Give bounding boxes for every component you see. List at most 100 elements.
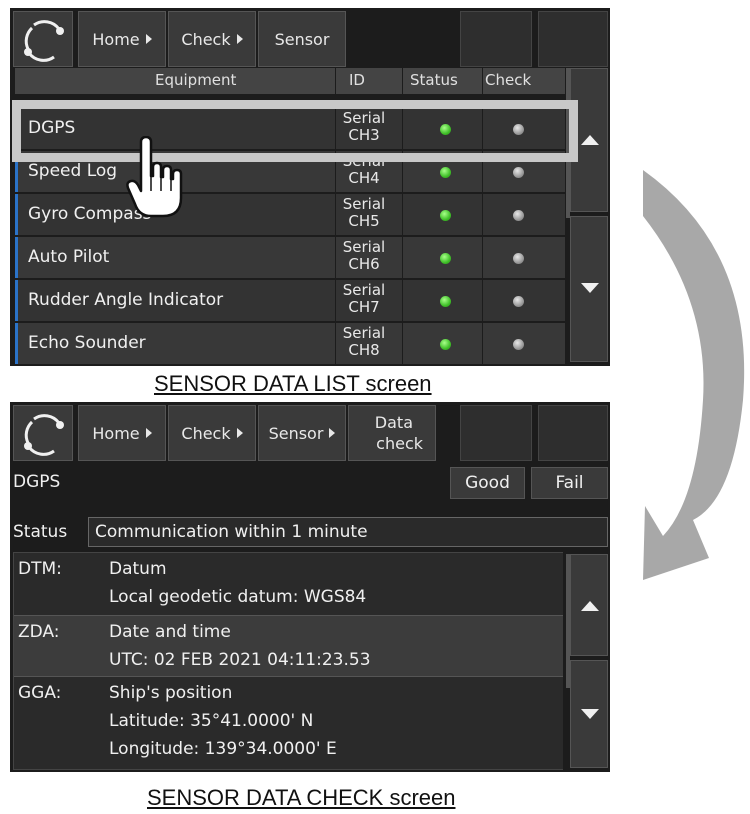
- serial-channel: CH6: [348, 255, 380, 273]
- check-indicator: [513, 210, 524, 221]
- check-indicator: [513, 296, 524, 307]
- chevron-right-icon: [236, 34, 243, 44]
- sentence-code: ZDA:: [18, 622, 60, 642]
- equipment-name: Speed Log: [28, 161, 118, 181]
- blank-button[interactable]: [460, 11, 532, 67]
- scroll-down-button[interactable]: [570, 660, 608, 768]
- sensor-data-list-screen: Home Check Sensor Equipment ID Status Ch…: [10, 8, 610, 366]
- check-indicator: [513, 167, 524, 178]
- status-row: Status Communication within 1 minute: [10, 514, 610, 550]
- chevron-right-icon: [145, 428, 152, 438]
- status-value: Communication within 1 minute: [88, 517, 608, 547]
- sentence-code: DTM:: [18, 559, 62, 579]
- row-accent-bar: [15, 194, 18, 235]
- sensor-data-check-screen: Home Check Sensor Data check DGPS Good F…: [10, 402, 610, 772]
- sentence-list: DTM: Datum Local geodetic datum: WGS84 Z…: [13, 552, 563, 770]
- arrow-down-icon: [581, 283, 599, 293]
- col-check: Check: [485, 71, 532, 89]
- equipment-name: Echo Sounder: [28, 333, 146, 353]
- equipment-name: Auto Pilot: [28, 247, 110, 267]
- breadcrumb-sensor[interactable]: Sensor: [258, 405, 346, 461]
- status-indicator: [440, 296, 451, 307]
- serial-channel: CH4: [348, 169, 380, 187]
- breadcrumb-home-label: Home: [92, 423, 140, 443]
- arrow-up-icon: [581, 601, 599, 611]
- logo-button[interactable]: [13, 405, 73, 461]
- equipment-name: DGPS: [13, 472, 61, 492]
- sentence-line: Date and time: [109, 622, 231, 642]
- menu-bar: Home Check Sensor Data check: [10, 402, 610, 461]
- status-indicator: [440, 253, 451, 264]
- serial-label: Serial: [342, 195, 386, 213]
- fail-button[interactable]: Fail: [531, 467, 608, 499]
- row-accent-bar: [15, 280, 18, 321]
- logo-icon: [24, 414, 64, 456]
- logo-icon: [24, 20, 64, 62]
- breadcrumb-check-label: Check: [181, 29, 231, 49]
- status-indicator: [440, 339, 451, 350]
- serial-id: Serial CH8: [335, 325, 393, 359]
- serial-label: Serial: [342, 281, 386, 299]
- serial-label: Serial: [342, 238, 386, 256]
- breadcrumb-data-label: Data: [374, 413, 413, 432]
- sentence-line: Ship's position: [109, 683, 233, 703]
- breadcrumb-data-check[interactable]: Data check: [348, 405, 436, 461]
- serial-label: Serial: [342, 324, 386, 342]
- row-accent-bar: [15, 237, 18, 278]
- chevron-right-icon: [329, 428, 336, 438]
- sentence-line: Local geodetic datum: WGS84: [109, 587, 367, 607]
- serial-id: Serial CH7: [335, 282, 393, 316]
- arrow-down-icon: [581, 709, 599, 719]
- caption-list-screen: SENSOR DATA LIST screen: [154, 371, 432, 396]
- breadcrumb-home[interactable]: Home: [78, 405, 166, 461]
- good-button[interactable]: Good: [450, 467, 525, 499]
- breadcrumb-check[interactable]: Check: [168, 11, 256, 67]
- sentence-line: Datum: [109, 559, 167, 579]
- breadcrumb-check-label: check: [376, 434, 423, 453]
- menu-bar: Home Check Sensor: [10, 8, 610, 67]
- list-item: DTM: Datum Local geodetic datum: WGS84: [14, 553, 563, 615]
- scroll-down-button[interactable]: [570, 216, 608, 362]
- list-item: ZDA: Date and time UTC: 02 FEB 2021 04:1…: [14, 616, 563, 676]
- check-indicator: [513, 253, 524, 264]
- serial-channel: CH5: [348, 212, 380, 230]
- sentence-line: Longitude: 139°34.0000' E: [109, 739, 337, 759]
- row-accent-bar: [15, 323, 18, 364]
- status-label: Status: [13, 522, 68, 542]
- chevron-right-icon: [145, 34, 152, 44]
- chevron-right-icon: [236, 428, 243, 438]
- col-status: Status: [410, 71, 458, 89]
- arrow-up-icon: [581, 135, 599, 145]
- blank-button[interactable]: [538, 405, 608, 461]
- breadcrumb-home-label: Home: [92, 29, 140, 49]
- col-id: ID: [349, 71, 365, 89]
- caption-check-screen: SENSOR DATA CHECK screen: [147, 785, 456, 810]
- sentence-line: Latitude: 35°41.0000' N: [109, 711, 314, 731]
- serial-id: Serial CH6: [335, 239, 393, 273]
- breadcrumb-check-label: Check: [181, 423, 231, 443]
- scroll-up-button[interactable]: [570, 554, 608, 656]
- flow-arrow-icon: [643, 170, 745, 580]
- serial-channel: CH7: [348, 298, 380, 316]
- status-indicator: [440, 167, 451, 178]
- logo-button[interactable]: [13, 11, 73, 67]
- breadcrumb-sensor-label: Sensor: [274, 29, 330, 49]
- equipment-row: DGPS Good Fail: [10, 464, 610, 500]
- serial-id: Serial CH5: [335, 196, 393, 230]
- blank-button[interactable]: [460, 405, 532, 461]
- selection-highlight-frame: [12, 100, 578, 162]
- status-indicator: [440, 210, 451, 221]
- col-equipment: Equipment: [155, 71, 237, 89]
- serial-channel: CH8: [348, 341, 380, 359]
- equipment-name: Rudder Angle Indicator: [28, 290, 224, 310]
- breadcrumb-check[interactable]: Check: [168, 405, 256, 461]
- breadcrumb-sensor-label: Sensor: [268, 423, 324, 443]
- breadcrumb-sensor[interactable]: Sensor: [258, 11, 346, 67]
- blank-button[interactable]: [538, 11, 608, 67]
- list-item: GGA: Ship's position Latitude: 35°41.000…: [14, 677, 563, 769]
- check-indicator: [513, 339, 524, 350]
- breadcrumb-home[interactable]: Home: [78, 11, 166, 67]
- sentence-code: GGA:: [18, 683, 62, 703]
- sentence-line: UTC: 02 FEB 2021 04:11:23.53: [109, 650, 371, 670]
- pointing-hand-icon: [126, 136, 183, 218]
